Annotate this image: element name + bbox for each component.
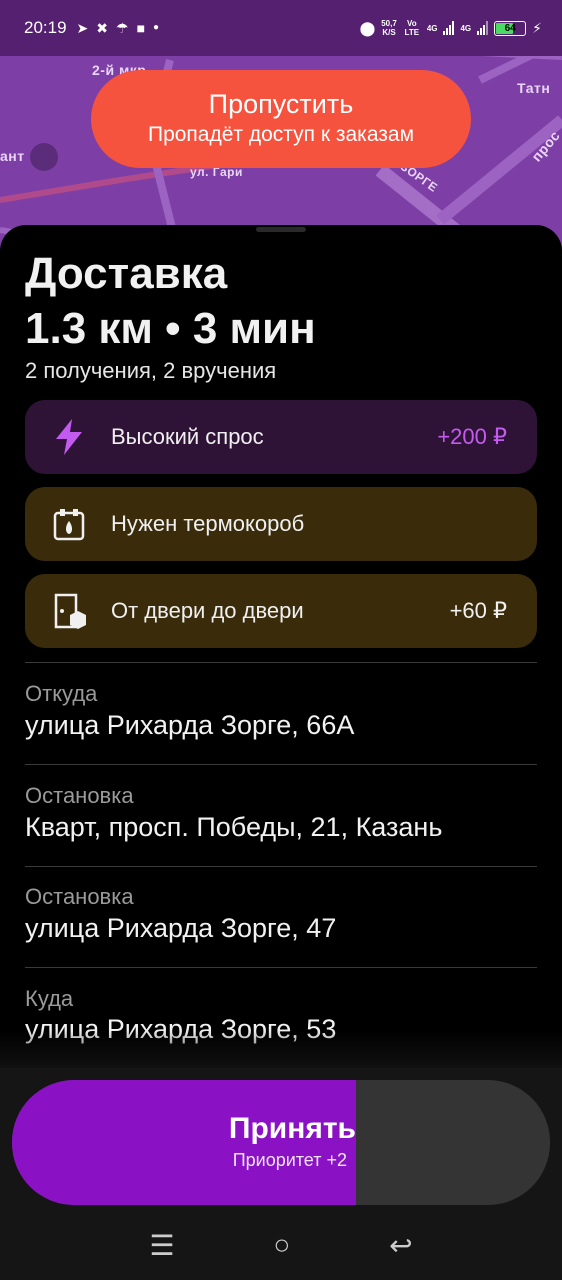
accept-button-subtitle: Приоритет +2	[232, 1150, 347, 1170]
network-type-1: 4G	[426, 23, 438, 33]
home-icon[interactable]: ○	[273, 1229, 290, 1261]
location-icon: ⬤	[359, 20, 376, 36]
notification-icons: ➤ ✖ ☂ ■ ●	[77, 21, 160, 35]
route-stop-label: Остановка	[25, 884, 134, 909]
telegram-icon: ➤	[76, 20, 89, 36]
status-bar: 20:19 ➤ ✖ ☂ ■ ● ⬤ 50,7 K/S Vo LTE 4G 4G …	[0, 0, 562, 56]
thermobox-card[interactable]: Нужен термокороб	[25, 487, 537, 561]
signal-icon	[443, 21, 455, 35]
umbrella-icon: ☂	[116, 20, 129, 36]
sheet-handle[interactable]	[256, 227, 306, 232]
order-type: Доставка	[25, 249, 228, 298]
route-stop-label: Остановка	[25, 783, 134, 808]
square-icon: ■	[136, 20, 146, 36]
battery-icon: 64	[494, 20, 527, 36]
skip-button[interactable]: Пропустить Пропадёт доступ к заказам	[91, 70, 471, 168]
route-stop-label: Откуда	[25, 681, 98, 706]
door-to-door-label: От двери до двери	[111, 598, 304, 623]
skip-button-title: Пропустить	[208, 89, 354, 119]
divider	[25, 662, 537, 663]
network-speed: 50,7 K/S	[381, 19, 397, 37]
network-speed-value: 50,7	[381, 19, 397, 28]
order-distance-time: 1.3 км • 3 мин	[25, 304, 316, 353]
status-time: 20:19	[24, 18, 67, 37]
route-stop-address[interactable]: Кварт, просп. Победы, 21, Казань	[25, 812, 442, 843]
order-counts: 2 получения, 2 вручения	[25, 358, 277, 383]
high-demand-card[interactable]: Высокий спрос +200 ₽	[25, 400, 537, 474]
divider	[25, 866, 537, 867]
door-to-door-card[interactable]: От двери до двери +60 ₽	[25, 574, 537, 648]
thermobox-icon	[51, 506, 87, 542]
signal-icon	[477, 21, 489, 35]
network-speed-unit: K/S	[382, 28, 396, 37]
network-type-2: 4G	[460, 23, 472, 33]
divider	[25, 764, 537, 765]
map-label: Татн	[517, 80, 551, 96]
door-to-door-icon	[51, 593, 87, 629]
route-stop-label: Куда	[25, 986, 74, 1011]
map-label: ант	[0, 148, 25, 164]
high-demand-label: Высокий спрос	[111, 424, 264, 449]
scroll-fade	[0, 1030, 562, 1070]
route-stop-address[interactable]: улица Рихарда Зорге, 47	[25, 913, 336, 944]
divider	[25, 967, 537, 968]
thermobox-label: Нужен термокороб	[111, 511, 305, 536]
charging-icon: ⚡	[532, 20, 542, 36]
system-navbar: ☰ ○ ↩	[0, 1210, 562, 1280]
battery-percent: 64	[504, 22, 516, 34]
door-to-door-bonus: +60 ₽	[449, 598, 507, 623]
dot-icon: ●	[153, 22, 160, 33]
lightning-icon	[51, 419, 87, 455]
volte-indicator: Vo LTE	[404, 19, 420, 37]
system-icons: ⬤ 50,7 K/S Vo LTE 4G 4G 64 ⚡	[360, 19, 542, 37]
route-stop-address[interactable]: улица Рихарда Зорге, 66А	[25, 710, 354, 741]
app-icon: ✖	[96, 20, 109, 36]
high-demand-bonus: +200 ₽	[437, 424, 507, 449]
skip-button-subtitle: Пропадёт доступ к заказам	[147, 123, 415, 146]
back-icon[interactable]: ↩	[389, 1229, 412, 1262]
accept-button-title: Принять	[228, 1112, 356, 1145]
menu-icon[interactable]: ☰	[149, 1229, 174, 1262]
